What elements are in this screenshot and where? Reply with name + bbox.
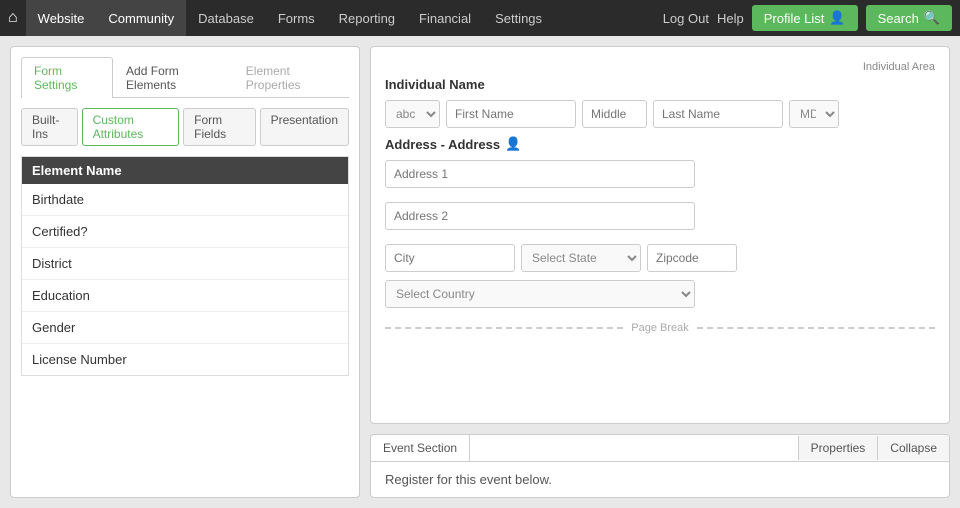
address2-input[interactable]: [385, 202, 695, 230]
city-input[interactable]: [385, 244, 515, 272]
individual-name-row: abc MD: [385, 100, 935, 128]
tab-element-properties: Element Properties: [233, 57, 349, 98]
element-list: Element Name Birthdate Certified? Distri…: [21, 156, 349, 376]
list-item[interactable]: District: [22, 248, 348, 280]
user-icon: 👤: [829, 10, 845, 26]
form-area: Individual Area Individual Name abc MD A…: [370, 46, 950, 424]
left-panel: Form Settings Add Form Elements Element …: [10, 46, 360, 498]
nav-right: Log Out Help Profile List 👤 Search 🔍: [663, 5, 952, 31]
nav-item-forms[interactable]: Forms: [266, 0, 327, 36]
tab-form-settings[interactable]: Form Settings: [21, 57, 113, 98]
list-item[interactable]: License Number: [22, 344, 348, 375]
event-section-container: Event Section Properties Collapse Regist…: [370, 434, 950, 498]
country-select[interactable]: Select Country: [385, 280, 695, 308]
logout-button[interactable]: Log Out: [663, 11, 709, 26]
state-select[interactable]: Select State: [521, 244, 641, 272]
sub-tab-form-fields[interactable]: Form Fields: [183, 108, 256, 146]
prefix-select[interactable]: abc: [385, 100, 440, 128]
profile-list-button[interactable]: Profile List 👤: [752, 5, 858, 31]
right-panel: Individual Area Individual Name abc MD A…: [370, 46, 950, 498]
sub-tab-custom-attributes[interactable]: Custom Attributes: [82, 108, 180, 146]
event-section-title: Event Section: [371, 435, 470, 461]
event-body: Register for this event below.: [371, 462, 949, 497]
page-break-dots-left: [385, 327, 623, 329]
individual-name-label: Individual Name: [385, 77, 935, 92]
individual-area-label: Individual Area: [385, 61, 935, 73]
list-item[interactable]: Birthdate: [22, 184, 348, 216]
city-state-zip-row: Select State: [385, 244, 935, 272]
last-name-input[interactable]: [653, 100, 783, 128]
event-body-text: Register for this event below.: [385, 472, 552, 487]
properties-button[interactable]: Properties: [798, 436, 878, 460]
person-address-icon: 👤: [505, 136, 521, 152]
list-item[interactable]: Certified?: [22, 216, 348, 248]
event-section-header: Event Section Properties Collapse: [371, 435, 949, 462]
nav-item-community[interactable]: Community: [96, 0, 186, 36]
main-content: Form Settings Add Form Elements Element …: [0, 36, 960, 508]
suffix-select[interactable]: MD: [789, 100, 839, 128]
address1-row: [385, 160, 935, 194]
sub-tab-built-ins[interactable]: Built-Ins: [21, 108, 78, 146]
element-list-header: Element Name: [22, 157, 348, 184]
nav-item-financial[interactable]: Financial: [407, 0, 483, 36]
address-label: Address - Address 👤: [385, 136, 935, 152]
tab-add-form-elements[interactable]: Add Form Elements: [113, 57, 233, 98]
nav-item-reporting[interactable]: Reporting: [327, 0, 407, 36]
page-break-label: Page Break: [623, 322, 696, 334]
sub-tab-presentation[interactable]: Presentation: [260, 108, 349, 146]
country-row: Select Country: [385, 280, 935, 308]
first-name-input[interactable]: [446, 100, 576, 128]
address1-input[interactable]: [385, 160, 695, 188]
middle-name-input[interactable]: [582, 100, 647, 128]
home-icon[interactable]: ⌂: [8, 9, 18, 27]
nav-item-website[interactable]: Website: [26, 0, 97, 36]
main-tab-bar: Form Settings Add Form Elements Element …: [21, 57, 349, 98]
list-item[interactable]: Education: [22, 280, 348, 312]
search-icon: 🔍: [924, 10, 940, 26]
sub-tab-bar: Built-Ins Custom Attributes Form Fields …: [21, 108, 349, 146]
page-break-dots-right: [697, 327, 935, 329]
page-break-line: Page Break: [385, 322, 935, 334]
address2-row: [385, 202, 935, 236]
collapse-button[interactable]: Collapse: [877, 436, 949, 460]
help-button[interactable]: Help: [717, 11, 744, 26]
nav-item-settings[interactable]: Settings: [483, 0, 554, 36]
search-button[interactable]: Search 🔍: [866, 5, 952, 31]
list-item[interactable]: Gender: [22, 312, 348, 344]
top-navigation: ⌂ Website Community Database Forms Repor…: [0, 0, 960, 36]
zipcode-input[interactable]: [647, 244, 737, 272]
event-section-actions: Properties Collapse: [798, 436, 949, 460]
nav-item-database[interactable]: Database: [186, 0, 266, 36]
